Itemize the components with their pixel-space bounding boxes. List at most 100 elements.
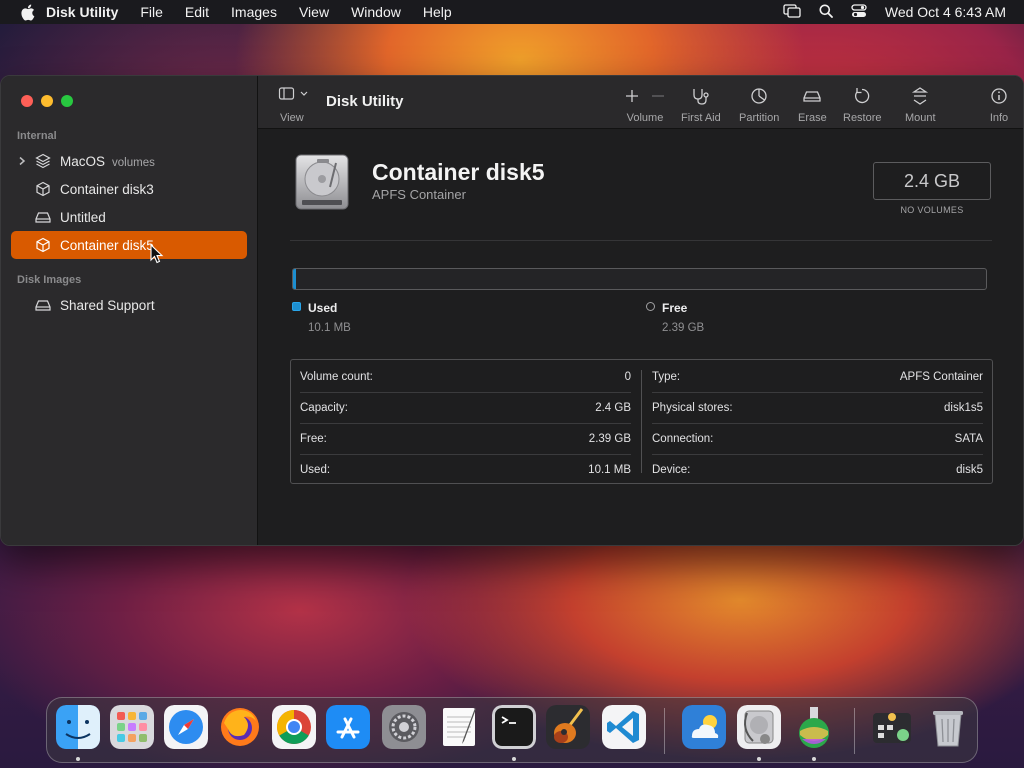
weather-icon[interactable] [682,705,726,749]
info-value: 10.1 MB [588,463,631,476]
pie-partition-icon [751,88,767,104]
volume-label: Volume [626,112,664,124]
first-aid-button[interactable]: First Aid [681,86,721,126]
menu-view[interactable]: View [299,4,329,20]
menu-file[interactable]: File [140,4,163,20]
textedit-icon[interactable] [438,705,482,749]
erase-drive-icon [803,91,822,102]
info-value: SATA [954,432,983,445]
control-center-icon[interactable] [851,3,867,21]
partition-button[interactable]: Partition [739,86,779,126]
info-row-volume-count: Volume count: 0 [300,361,631,392]
dock [46,697,978,763]
restore-button[interactable]: Restore [843,86,882,126]
add-remove-volume-icon [626,90,664,102]
info-key: Physical stores: [652,401,733,414]
disk-title: Container disk5 [372,159,545,185]
cube-icon [36,237,50,253]
menu-help[interactable]: Help [423,4,452,20]
info-key: Capacity: [300,401,348,414]
sidebar-item-macos[interactable]: MacOS volumes [11,147,247,175]
downloads-stack-icon[interactable] [870,705,914,749]
menu-edit[interactable]: Edit [185,4,209,20]
usage-bar-used-fill [293,269,296,289]
mount-button[interactable]: Mount [905,86,936,126]
garageband-icon[interactable] [546,705,590,749]
sidebar-item-container-disk3[interactable]: Container disk3 [11,175,247,203]
restore-arrow-icon [855,88,870,104]
menu-clock[interactable]: Wed Oct 4 6:43 AM [885,4,1006,20]
free-legend-swatch [646,302,655,311]
info-label: Info [989,112,1009,124]
info-row-device: Device: disk5 [652,454,983,485]
disclosure-chevron-icon[interactable] [17,156,27,166]
safari-icon[interactable] [164,705,208,749]
sidebar-section-internal: Internal [17,130,57,142]
free-legend-value: 2.39 GB [662,322,705,334]
volume-button[interactable]: Volume [620,86,670,126]
sidebar-item-label: Shared Support [60,297,155,313]
spotlight-search-icon[interactable] [819,4,833,21]
erase-button[interactable]: Erase [798,86,827,126]
view-button[interactable]: View [278,86,318,124]
used-legend-swatch [292,302,301,311]
finder-icon[interactable] [56,705,100,749]
chrome-icon[interactable] [272,705,316,749]
sidebar-item-label: Container disk3 [60,181,154,197]
info-value: 2.4 GB [595,401,631,414]
close-window-button[interactable] [21,95,33,107]
screen-mirroring-icon[interactable] [783,3,801,21]
dock-separator [664,708,665,754]
firefox-icon[interactable] [218,705,262,749]
info-value: disk1s5 [944,401,983,414]
disk-utility-icon[interactable] [737,705,781,749]
trash-icon[interactable] [926,705,970,749]
sidebar-item-sublabel: volumes [112,156,155,169]
info-value: disk5 [956,463,983,476]
drive-icon [35,212,51,223]
terminal-icon[interactable] [492,705,536,749]
header-divider [290,240,992,241]
info-button[interactable]: Info [989,86,1009,126]
minimize-window-button[interactable] [41,95,53,107]
stethoscope-icon [693,89,709,105]
app-store-icon[interactable] [326,705,370,749]
running-indicator [512,757,516,761]
launchpad-icon[interactable] [110,705,154,749]
info-key: Connection: [652,432,714,445]
layers-icon [35,153,51,169]
info-value: 2.39 GB [588,432,631,445]
info-key: Device: [652,463,691,476]
sidebar: Internal MacOS volumes Container disk3 Un… [1,76,258,545]
apple-menu-icon[interactable] [18,3,36,21]
info-row-physical-stores: Physical stores: disk1s5 [652,392,983,423]
info-key: Volume count: [300,370,373,383]
main-panel: View Disk Utility Volume First Aid Parti… [258,76,1023,545]
mount-icon [912,87,929,105]
menu-app-name[interactable]: Disk Utility [46,4,118,20]
zoom-window-button[interactable] [61,95,73,107]
info-row-used: Used: 10.1 MB [300,454,631,485]
system-settings-icon[interactable] [382,705,426,749]
window-title: Disk Utility [326,93,404,110]
info-row-free: Free: 2.39 GB [300,423,631,454]
menu-images[interactable]: Images [231,4,277,20]
sidebar-item-container-disk5[interactable]: Container disk5 [11,231,247,259]
running-indicator [76,757,80,761]
mouse-cursor-icon [150,244,164,264]
disk-utility-window: Internal MacOS volumes Container disk3 Un… [0,75,1024,546]
disk-size-box: 2.4 GB [873,162,991,200]
vscode-icon[interactable] [602,705,646,749]
info-key: Type: [652,370,681,383]
cube-icon [36,181,50,197]
drive-icon [35,300,51,311]
sidebar-item-untitled[interactable]: Untitled [11,203,247,231]
window-controls [21,95,73,107]
chemistry-icon[interactable] [792,705,836,749]
restore-label: Restore [843,112,882,124]
info-row-type: Type: APFS Container [652,361,983,392]
dock-separator [854,708,855,754]
usage-bar [292,268,987,290]
sidebar-item-shared-support[interactable]: Shared Support [11,291,247,319]
menu-window[interactable]: Window [351,4,401,20]
